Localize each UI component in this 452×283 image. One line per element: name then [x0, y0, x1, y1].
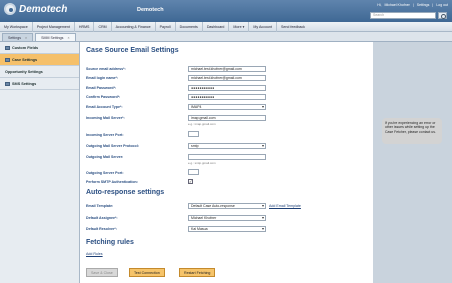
- user-greeting: Hi,: [377, 3, 382, 7]
- email-template-select[interactable]: Default Case Auto-response: [188, 203, 266, 209]
- outgoing-server-label: Outgoing Mail Server:: [86, 155, 124, 159]
- source-email-field[interactable]: michael.test.khofner@gmail.com: [188, 66, 266, 72]
- smtp-auth-label: Perform SMTP Authentication:: [86, 180, 138, 184]
- default-assignee-select[interactable]: Michael Khofner: [188, 215, 266, 221]
- incoming-server-field[interactable]: imap.gmail.com: [188, 115, 266, 121]
- tab-label: Settings: [8, 36, 21, 40]
- tab-settings[interactable]: Settings ×: [2, 33, 34, 41]
- outgoing-server-field[interactable]: [188, 154, 266, 160]
- source-email-label: Source email address*:: [86, 67, 126, 71]
- incoming-server-hint: e.g.: imap.gmail.com: [188, 122, 216, 126]
- default-assignee-label: Default Assignee*:: [86, 216, 118, 220]
- folder-icon: [5, 81, 10, 86]
- add-rules-link[interactable]: Add Rules: [86, 252, 103, 256]
- sidebar-item-custom-fields[interactable]: Custom Fields: [0, 42, 79, 54]
- nav-item-accounting[interactable]: Accounting & Finance: [112, 21, 156, 32]
- nav-item-crm[interactable]: CRM: [94, 21, 112, 32]
- logout-link[interactable]: Log out: [436, 3, 448, 7]
- close-icon[interactable]: ×: [67, 36, 69, 40]
- tab-label: SMM Settings: [41, 36, 64, 40]
- nav-item-my-account[interactable]: My Account: [249, 21, 277, 32]
- nav-item-send-feedback[interactable]: Send feedback: [277, 22, 309, 32]
- restart-fetching-button[interactable]: Restart Fetching: [179, 268, 216, 277]
- section-title-email-settings: Case Source Email Settings: [86, 47, 179, 54]
- outgoing-port-field[interactable]: [188, 169, 199, 175]
- save-close-button[interactable]: Save & Close: [86, 268, 118, 277]
- login-name-label: Email login name*:: [86, 76, 119, 80]
- help-pane: If you're experiencing an error or other…: [373, 42, 452, 283]
- section-title-autoresponse: Auto-response settings: [86, 189, 165, 196]
- sidebar-item-case-settings[interactable]: Case Settings: [0, 54, 79, 66]
- settings-link[interactable]: Settings: [417, 3, 430, 7]
- sidebar-item-label: Opportunity Settings: [5, 69, 43, 74]
- app-header: Demotech Demotech Hi, Michael Khofner | …: [0, 0, 452, 22]
- nav-item-more[interactable]: More ▾: [229, 21, 250, 32]
- password-field[interactable]: ●●●●●●●●●●●: [188, 85, 266, 91]
- smtp-auth-checkbox[interactable]: ✓: [188, 179, 193, 184]
- sidebar-item-label: Case Settings: [12, 57, 38, 62]
- close-icon[interactable]: ×: [25, 36, 27, 40]
- settings-sidebar: Custom Fields Case Settings Opportunity …: [0, 42, 80, 283]
- main-content: Case Source Email Settings Source email …: [80, 42, 373, 283]
- logo-text: Demotech: [19, 3, 68, 15]
- search-input[interactable]: Search: [370, 12, 436, 19]
- incoming-port-field[interactable]: [188, 131, 199, 137]
- outgoing-port-label: Outgoing Server Port:: [86, 171, 124, 175]
- app-title: Demotech: [137, 7, 164, 13]
- user-menu: Hi, Michael Khofner | Settings | Log out: [377, 3, 448, 7]
- account-type-select[interactable]: IMAP4: [188, 104, 266, 110]
- confirm-password-field[interactable]: ●●●●●●●●●●●: [188, 94, 266, 100]
- email-template-label: Email Template:: [86, 204, 114, 208]
- incoming-server-label: Incoming Mail Server*:: [86, 116, 125, 120]
- nav-item-project-management[interactable]: Project Management: [33, 21, 75, 32]
- outgoing-server-hint: e.g.: smtp.gmail.com: [188, 161, 216, 165]
- folder-icon: [5, 57, 10, 62]
- default-resolver-select[interactable]: Kai Masua: [188, 226, 266, 232]
- user-name[interactable]: Michael Khofner: [385, 3, 410, 7]
- default-resolver-label: Default Resolver*:: [86, 227, 117, 231]
- sidebar-item-label: SMS Settings: [12, 81, 37, 86]
- login-name-field[interactable]: michael.test.khofner@gmail.com: [188, 75, 266, 81]
- tab-smm-settings[interactable]: SMM Settings ×: [35, 33, 76, 41]
- password-label: Email Password*:: [86, 86, 117, 90]
- logo[interactable]: Demotech: [4, 3, 67, 15]
- outgoing-protocol-select[interactable]: smtp: [188, 143, 266, 149]
- nav-item-payroll[interactable]: Payroll: [156, 21, 176, 32]
- nav-item-hrms[interactable]: HRMS: [75, 21, 95, 32]
- logo-icon: [4, 3, 16, 15]
- nav-item-documents[interactable]: Documents: [176, 21, 203, 32]
- search-icon[interactable]: [438, 12, 447, 19]
- main-nav: My Workspace Project Management HRMS CRM…: [0, 21, 452, 32]
- sidebar-item-sms-settings[interactable]: SMS Settings: [0, 78, 79, 90]
- sidebar-item-label: Custom Fields: [12, 45, 39, 50]
- test-connection-button[interactable]: Test Connection: [129, 268, 165, 277]
- nav-item-dashboard[interactable]: Dashboard: [203, 21, 230, 32]
- folder-icon: [5, 45, 10, 50]
- outgoing-protocol-label: Outgoing Mail Server Protocol:: [86, 144, 139, 148]
- nav-item-my-workspace[interactable]: My Workspace: [0, 21, 33, 32]
- sidebar-item-opportunity-settings[interactable]: Opportunity Settings: [0, 66, 79, 78]
- add-email-template-link[interactable]: Add Email Template: [269, 204, 301, 208]
- section-title-fetching-rules: Fetching rules: [86, 239, 134, 246]
- tab-strip: Settings × SMM Settings ×: [0, 32, 452, 42]
- account-type-label: Email Account Type*:: [86, 105, 123, 109]
- confirm-password-label: Confirm Password*:: [86, 95, 121, 99]
- help-tooltip: If you're experiencing an error or other…: [382, 118, 442, 144]
- incoming-port-label: Incoming Server Port:: [86, 133, 124, 137]
